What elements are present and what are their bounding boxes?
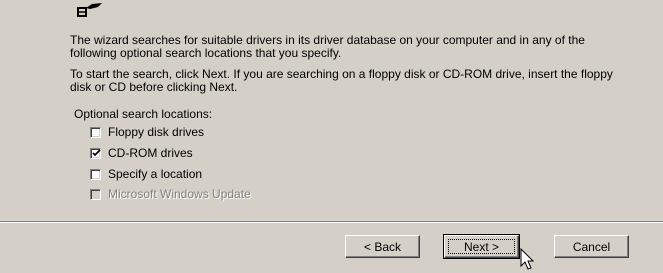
floppy-label: Floppy disk drives: [108, 125, 205, 139]
separator: [0, 221, 663, 223]
cdrom-option[interactable]: CD-ROM drives: [90, 145, 193, 161]
instruction-paragraph: To start the search, click Next. If you …: [70, 67, 613, 94]
windows-update-label: Microsoft Windows Update: [108, 187, 251, 201]
mouse-pointer-icon: [520, 248, 534, 270]
hardware-icon: [77, 3, 102, 17]
specify-location-checkbox[interactable]: [90, 168, 101, 180]
cancel-button[interactable]: Cancel: [554, 235, 629, 258]
intro-paragraph: The wizard searches for suitable drivers…: [70, 33, 585, 60]
windows-update-option: Microsoft Windows Update: [90, 186, 251, 202]
options-label: Optional search locations:: [74, 107, 213, 121]
back-button[interactable]: < Back: [345, 235, 420, 258]
specify-location-label: Specify a location: [108, 167, 203, 181]
checkmark-icon: [92, 148, 101, 156]
floppy-checkbox[interactable]: [90, 126, 101, 138]
specify-location-option[interactable]: Specify a location: [90, 166, 202, 182]
focus-rectangle: [448, 239, 515, 254]
cdrom-label: CD-ROM drives: [108, 146, 193, 160]
cdrom-checkbox[interactable]: [90, 147, 101, 159]
next-button[interactable]: Next >: [443, 234, 520, 259]
floppy-disk-option[interactable]: Floppy disk drives: [90, 124, 204, 140]
windows-update-checkbox: [90, 188, 101, 200]
